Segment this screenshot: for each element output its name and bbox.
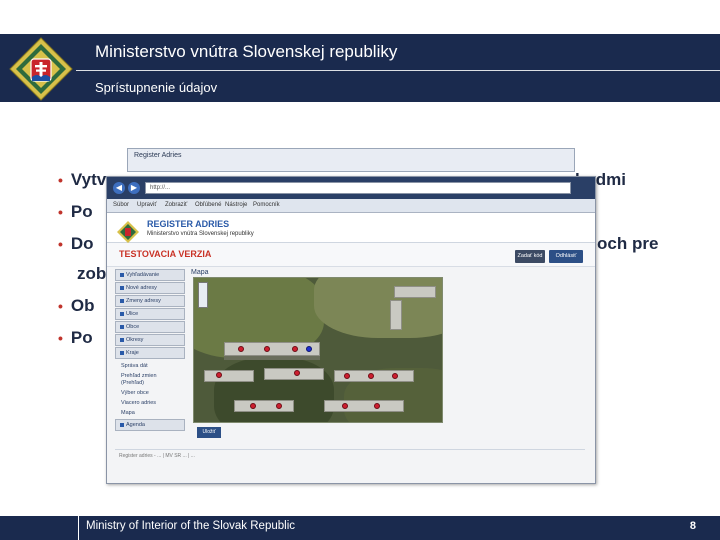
sidebar-link[interactable]: Výber obce — [121, 390, 149, 396]
selected-address-pin[interactable] — [306, 346, 312, 352]
address-pin[interactable] — [292, 346, 298, 352]
menu-item[interactable]: Obľúbené — [195, 202, 221, 208]
map-view[interactable] — [193, 277, 443, 423]
sidebar: Vyhľadávanie Nové adresy Zmeny adresy Ul… — [115, 269, 187, 431]
sidebar-item[interactable]: Ulice — [115, 308, 185, 320]
bullet-icon — [120, 325, 124, 329]
address-pin[interactable] — [368, 373, 374, 379]
address-pin[interactable] — [342, 403, 348, 409]
bullet-icon — [120, 312, 124, 316]
sidebar-item[interactable]: Vyhľadávanie — [115, 269, 185, 281]
address-pin[interactable] — [276, 403, 282, 409]
test-version-label: TESTOVACIA VERZIA — [119, 249, 212, 259]
sidebar-item[interactable]: Agenda — [115, 419, 185, 431]
bullet-icon — [120, 423, 124, 427]
site-subtitle: Ministerstvo vnútra Slovenskej republiky — [147, 231, 254, 237]
bullet-item: • Do — [58, 234, 94, 253]
save-button[interactable]: Uložiť — [197, 427, 221, 438]
sidebar-item[interactable]: Nové adresy — [115, 282, 185, 294]
logout-button[interactable]: Odhlásiť — [549, 250, 583, 263]
sidebar-item[interactable]: Kraje — [115, 347, 185, 359]
bullet-item: • Po — [58, 328, 93, 347]
building — [394, 286, 436, 298]
bullet-item: • Po — [58, 202, 93, 221]
building — [324, 400, 404, 412]
building — [390, 300, 402, 330]
sidebar-link[interactable]: Mapa — [121, 410, 135, 416]
building-shadow — [224, 356, 320, 360]
address-pin[interactable] — [264, 346, 270, 352]
address-pin[interactable] — [392, 373, 398, 379]
address-pin[interactable] — [344, 373, 350, 379]
address-pin[interactable] — [238, 346, 244, 352]
menu-item[interactable]: Zobraziť — [165, 202, 187, 208]
header-subtitle: Sprístupnenie údajov — [95, 80, 218, 95]
forward-arrow-icon[interactable]: ▶ — [128, 182, 140, 194]
bullet-continuation: zob — [77, 264, 107, 283]
back-arrow-icon[interactable]: ◀ — [113, 182, 125, 194]
background-window — [127, 148, 575, 172]
footer-text: Ministry of Interior of the Slovak Repub… — [86, 520, 296, 532]
browser-screenshot: ◀ ▶ http://... Súbor Upraviť Zobraziť Ob… — [106, 176, 596, 484]
zoom-control[interactable] — [198, 282, 208, 308]
sidebar-link[interactable]: (Prehľad) — [121, 380, 144, 386]
menu-item[interactable]: Pomocník — [253, 202, 280, 208]
menu-item[interactable]: Súbor — [113, 202, 129, 208]
bullet-icon — [120, 273, 124, 277]
sidebar-link[interactable]: Prehľad zmien — [121, 373, 157, 379]
map-title: Mapa — [191, 269, 209, 276]
sidebar-item[interactable]: Okresy — [115, 334, 185, 346]
browser-menubar: Súbor Upraviť Zobraziť Obľúbené Nástroje… — [107, 199, 595, 213]
sidebar-item[interactable]: Obce — [115, 321, 185, 333]
site-footer-divider — [115, 449, 585, 450]
bullet-item: • Vytv — [58, 170, 107, 189]
address-pin[interactable] — [250, 403, 256, 409]
site-emblem-icon — [117, 221, 139, 243]
building — [204, 370, 254, 382]
ministry-emblem-icon — [9, 37, 73, 101]
address-pin[interactable] — [294, 370, 300, 376]
bullet-icon — [120, 351, 124, 355]
enter-code-button[interactable]: Zadať kód — [515, 250, 545, 263]
menu-item[interactable]: Upraviť — [137, 202, 157, 208]
header-title: Ministerstvo vnútra Slovenskej republiky — [95, 42, 398, 61]
background-window-title: Register Adries — [134, 152, 182, 159]
page-number: 8 — [689, 520, 696, 532]
building — [234, 400, 294, 412]
site-name: REGISTER ADRIES — [147, 219, 230, 229]
address-bar[interactable]: http://... — [145, 182, 571, 194]
bullet-icon — [120, 338, 124, 342]
sidebar-link[interactable]: Viacero adries — [121, 400, 156, 406]
bullet-item-tail: och pre — [597, 234, 659, 253]
header-divider — [76, 70, 720, 71]
sidebar-item[interactable]: Zmeny adresy — [115, 295, 185, 307]
bullet-icon — [120, 299, 124, 303]
site-footer-text: Register adries - ... | MV SR ... | ... — [119, 453, 195, 459]
bullet-item: • Ob — [58, 296, 95, 315]
sidebar-link[interactable]: Správa dát — [121, 363, 148, 369]
address-pin[interactable] — [374, 403, 380, 409]
address-pin[interactable] — [216, 372, 222, 378]
bullet-icon — [120, 286, 124, 290]
menu-item[interactable]: Nástroje — [225, 202, 247, 208]
